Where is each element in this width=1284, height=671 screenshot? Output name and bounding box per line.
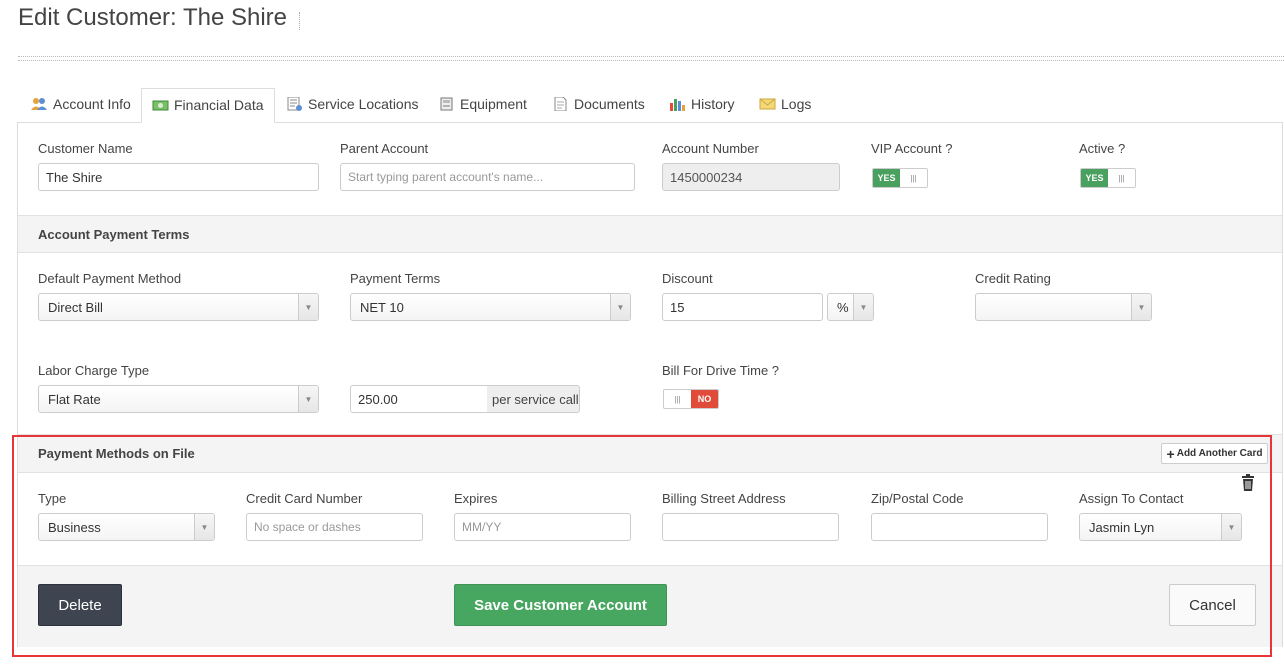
select-value: % — [837, 300, 849, 315]
vip-account-toggle[interactable]: YES ||| — [872, 168, 928, 188]
equipment-icon — [440, 97, 453, 111]
form-footer: Delete Save Customer Account Cancel — [18, 565, 1282, 647]
money-icon — [152, 100, 169, 111]
tab-logs[interactable]: Logs — [749, 88, 821, 123]
toggle-no: NO — [691, 390, 718, 408]
zip-code-label: Zip/Postal Code — [871, 491, 964, 506]
tab-bar: Account Info Financial Data Service Loca… — [18, 88, 1284, 123]
title-edit-cursor — [299, 12, 300, 30]
toggle-yes: YES — [873, 169, 900, 187]
select-value: Flat Rate — [48, 392, 101, 407]
envelope-icon — [759, 98, 776, 110]
expires-input[interactable]: MM/YY — [454, 513, 631, 541]
labor-charge-type-select[interactable]: Flat Rate ▼ — [38, 385, 319, 413]
chevron-down-icon: ▼ — [853, 294, 873, 320]
plus-icon: + — [1166, 445, 1175, 462]
payment-terms-select[interactable]: NET 10 ▼ — [350, 293, 631, 321]
chevron-down-icon: ▼ — [1221, 514, 1241, 540]
location-list-icon — [287, 97, 302, 111]
billing-street-label: Billing Street Address — [662, 491, 786, 506]
assign-contact-label: Assign To Contact — [1079, 491, 1184, 506]
trash-icon[interactable] — [1240, 474, 1256, 491]
payment-terms-label: Payment Terms — [350, 271, 441, 286]
tab-label: Account Info — [53, 96, 131, 112]
discount-label: Discount — [662, 271, 713, 286]
labor-amount-input[interactable]: 250.00 — [350, 385, 488, 413]
select-value: Business — [48, 520, 101, 535]
tab-label: Documents — [574, 96, 645, 112]
active-label: Active ? — [1079, 141, 1126, 156]
parent-account-input[interactable]: Start typing parent account's name... — [340, 163, 635, 191]
payment-terms-title: Account Payment Terms — [38, 227, 190, 242]
tab-financial-data[interactable]: Financial Data — [141, 88, 275, 123]
tab-label: Service Locations — [308, 96, 419, 112]
tab-label: Financial Data — [174, 97, 264, 113]
chevron-down-icon: ▼ — [610, 294, 630, 320]
vip-account-label: VIP Account ? — [871, 141, 953, 156]
zip-code-input[interactable] — [871, 513, 1048, 541]
active-toggle[interactable]: YES ||| — [1080, 168, 1136, 188]
toggle-grip-icon: ||| — [674, 394, 681, 404]
parent-account-label: Parent Account — [340, 141, 429, 156]
tab-label: Equipment — [460, 96, 527, 112]
customer-name-input[interactable]: The Shire — [38, 163, 319, 191]
toggle-grip-icon: ||| — [1118, 173, 1125, 183]
select-value: Jasmin Lyn — [1089, 520, 1155, 535]
customer-name-label: Customer Name — [38, 141, 133, 156]
toggle-yes: YES — [1081, 169, 1108, 187]
bill-drive-time-toggle[interactable]: ||| NO — [663, 389, 719, 409]
discount-input[interactable]: 15 — [662, 293, 823, 321]
bill-drive-time-label: Bill For Drive Time ? — [662, 363, 780, 378]
payment-methods-title: Payment Methods on File — [38, 446, 195, 461]
credit-card-number-label: Credit Card Number — [246, 491, 363, 506]
account-number-label: Account Number — [662, 141, 759, 156]
page-title: Edit Customer: The Shire — [18, 4, 288, 31]
payment-terms-header: Account Payment Terms — [18, 215, 1282, 253]
labor-amount-suffix: per service call — [487, 385, 580, 413]
cancel-button[interactable]: Cancel — [1169, 584, 1256, 626]
tab-label: Logs — [781, 96, 812, 112]
chevron-down-icon: ▼ — [298, 294, 318, 320]
default-payment-method-select[interactable]: Direct Bill ▼ — [38, 293, 319, 321]
discount-unit-select[interactable]: % ▼ — [827, 293, 874, 321]
card-type-label: Type — [38, 491, 67, 506]
account-number-field: 1450000234 — [662, 163, 840, 191]
chevron-down-icon: ▼ — [1131, 294, 1151, 320]
bar-chart-icon — [670, 99, 685, 111]
title-divider — [18, 56, 1284, 61]
labor-charge-type-label: Labor Charge Type — [38, 363, 150, 378]
chevron-down-icon: ▼ — [298, 386, 318, 412]
add-card-label: Add Another Card — [1176, 448, 1263, 459]
select-value: Direct Bill — [48, 300, 103, 315]
payment-methods-header: Payment Methods on File + Add Another Ca… — [18, 434, 1282, 473]
add-another-card-button[interactable]: + Add Another Card — [1161, 443, 1268, 464]
expires-label: Expires — [454, 491, 498, 506]
tab-label: History — [691, 96, 735, 112]
document-icon — [554, 97, 567, 111]
default-payment-method-label: Default Payment Method — [38, 271, 182, 286]
credit-rating-select[interactable]: ▼ — [975, 293, 1152, 321]
save-customer-account-button[interactable]: Save Customer Account — [454, 584, 667, 626]
users-icon — [31, 98, 47, 110]
credit-card-number-input[interactable]: No space or dashes — [246, 513, 423, 541]
select-value: NET 10 — [360, 300, 404, 315]
chevron-down-icon: ▼ — [194, 514, 214, 540]
assign-contact-select[interactable]: Jasmin Lyn ▼ — [1079, 513, 1242, 541]
billing-street-input[interactable] — [662, 513, 839, 541]
credit-rating-label: Credit Rating — [975, 271, 1051, 286]
financial-data-panel: Customer Name The Shire Parent Account S… — [17, 122, 1283, 647]
toggle-grip-icon: ||| — [910, 173, 917, 183]
tab-equipment[interactable]: Equipment — [428, 88, 537, 123]
tab-documents[interactable]: Documents — [542, 88, 655, 123]
tab-account-info[interactable]: Account Info — [21, 88, 141, 123]
tab-service-locations[interactable]: Service Locations — [276, 88, 429, 123]
tab-history[interactable]: History — [659, 88, 745, 123]
card-type-select[interactable]: Business ▼ — [38, 513, 215, 541]
delete-button[interactable]: Delete — [38, 584, 122, 626]
